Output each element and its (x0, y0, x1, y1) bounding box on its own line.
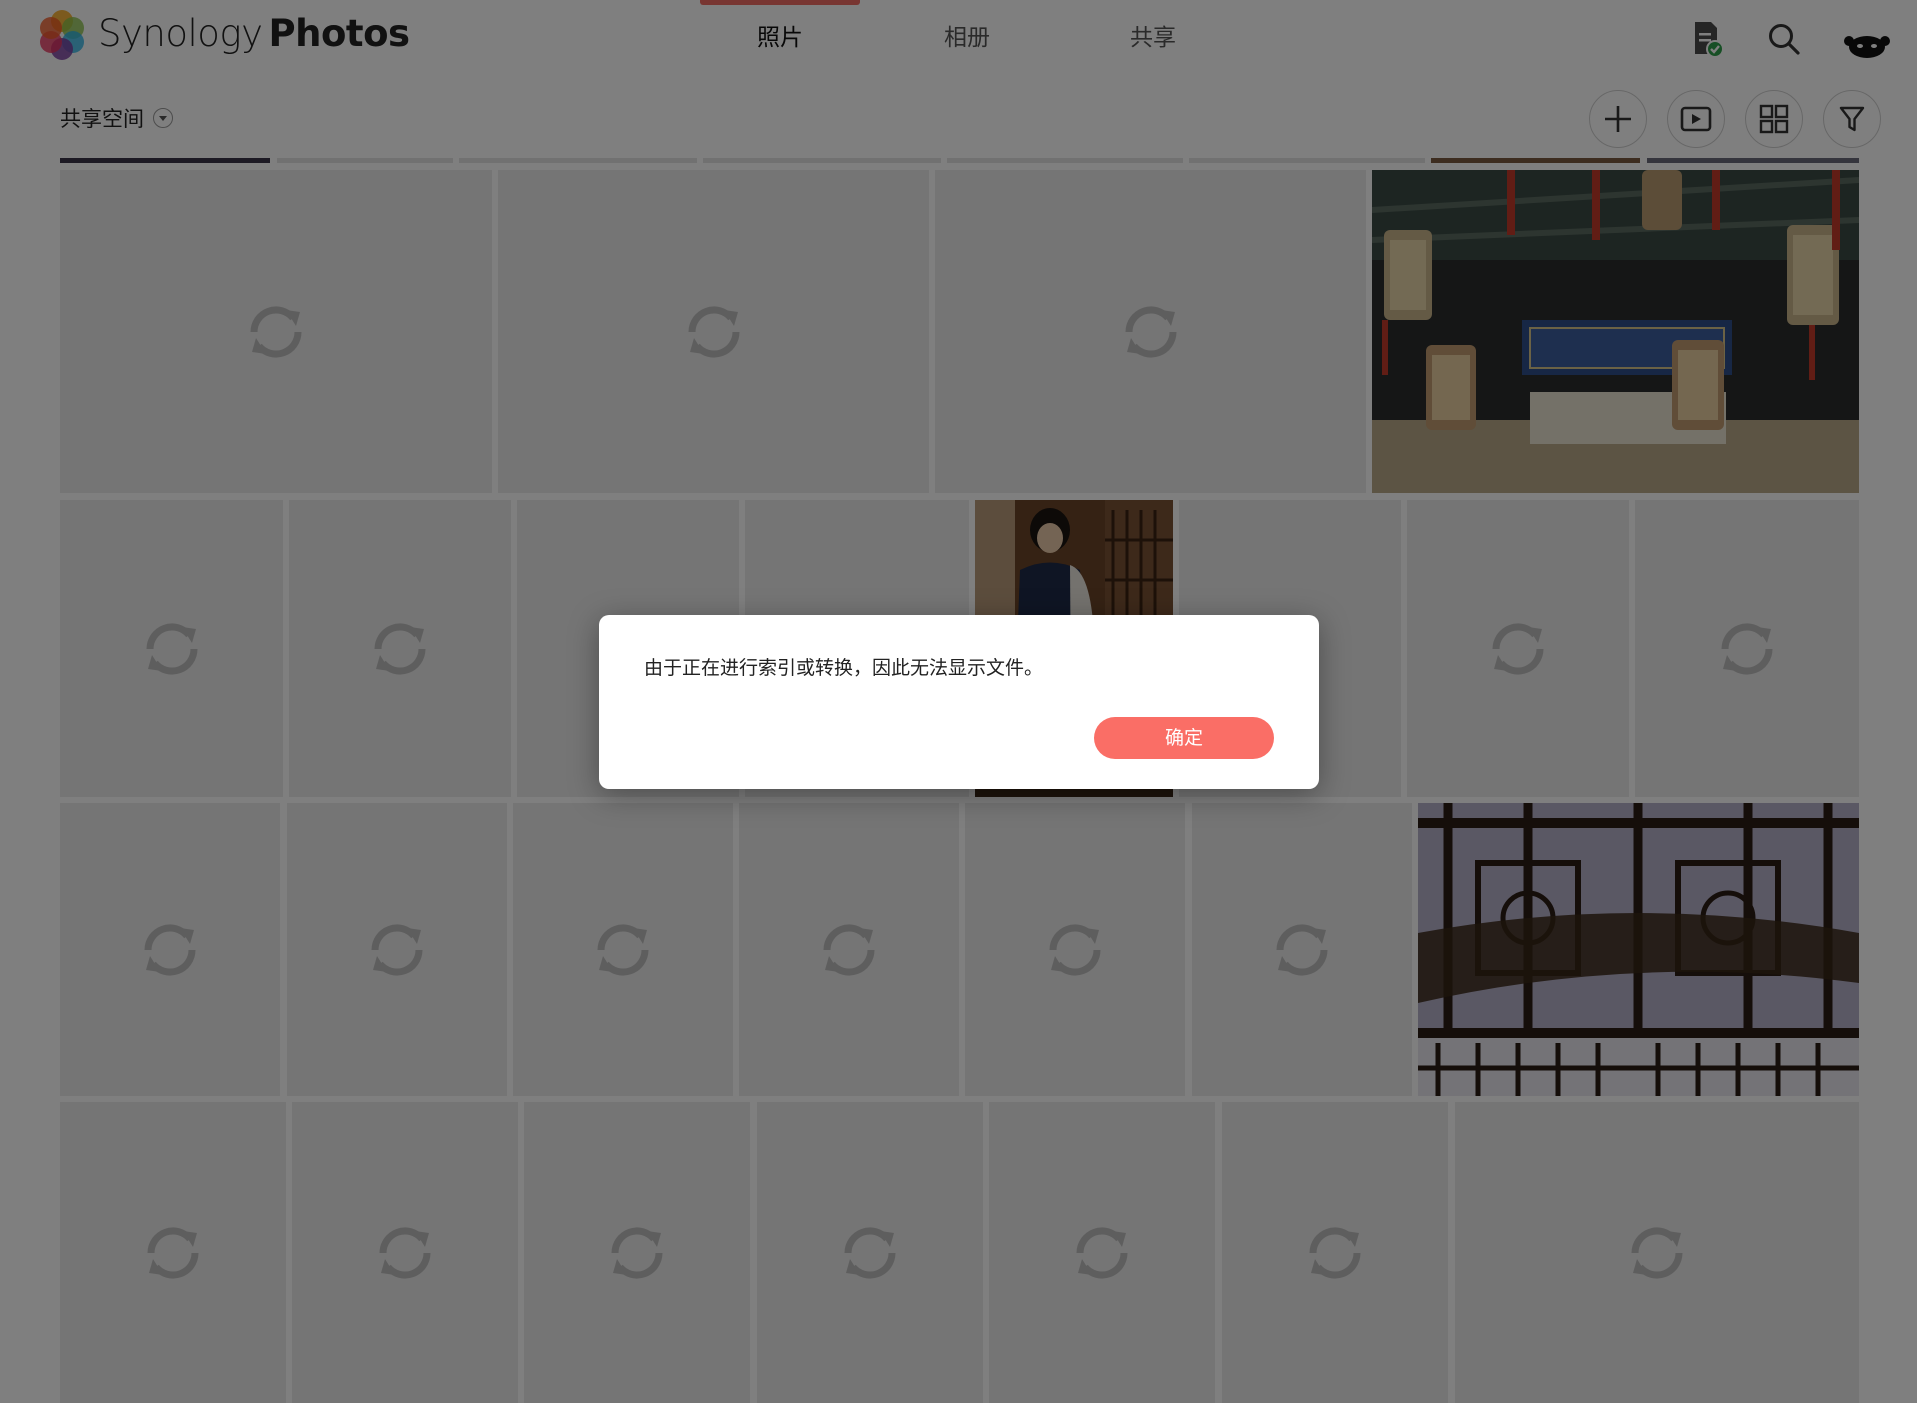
ok-button[interactable]: 确定 (1094, 717, 1274, 759)
dialog-message: 由于正在进行索引或转换，因此无法显示文件。 (644, 657, 1044, 679)
alert-dialog: 由于正在进行索引或转换，因此无法显示文件。 确定 (599, 615, 1319, 789)
